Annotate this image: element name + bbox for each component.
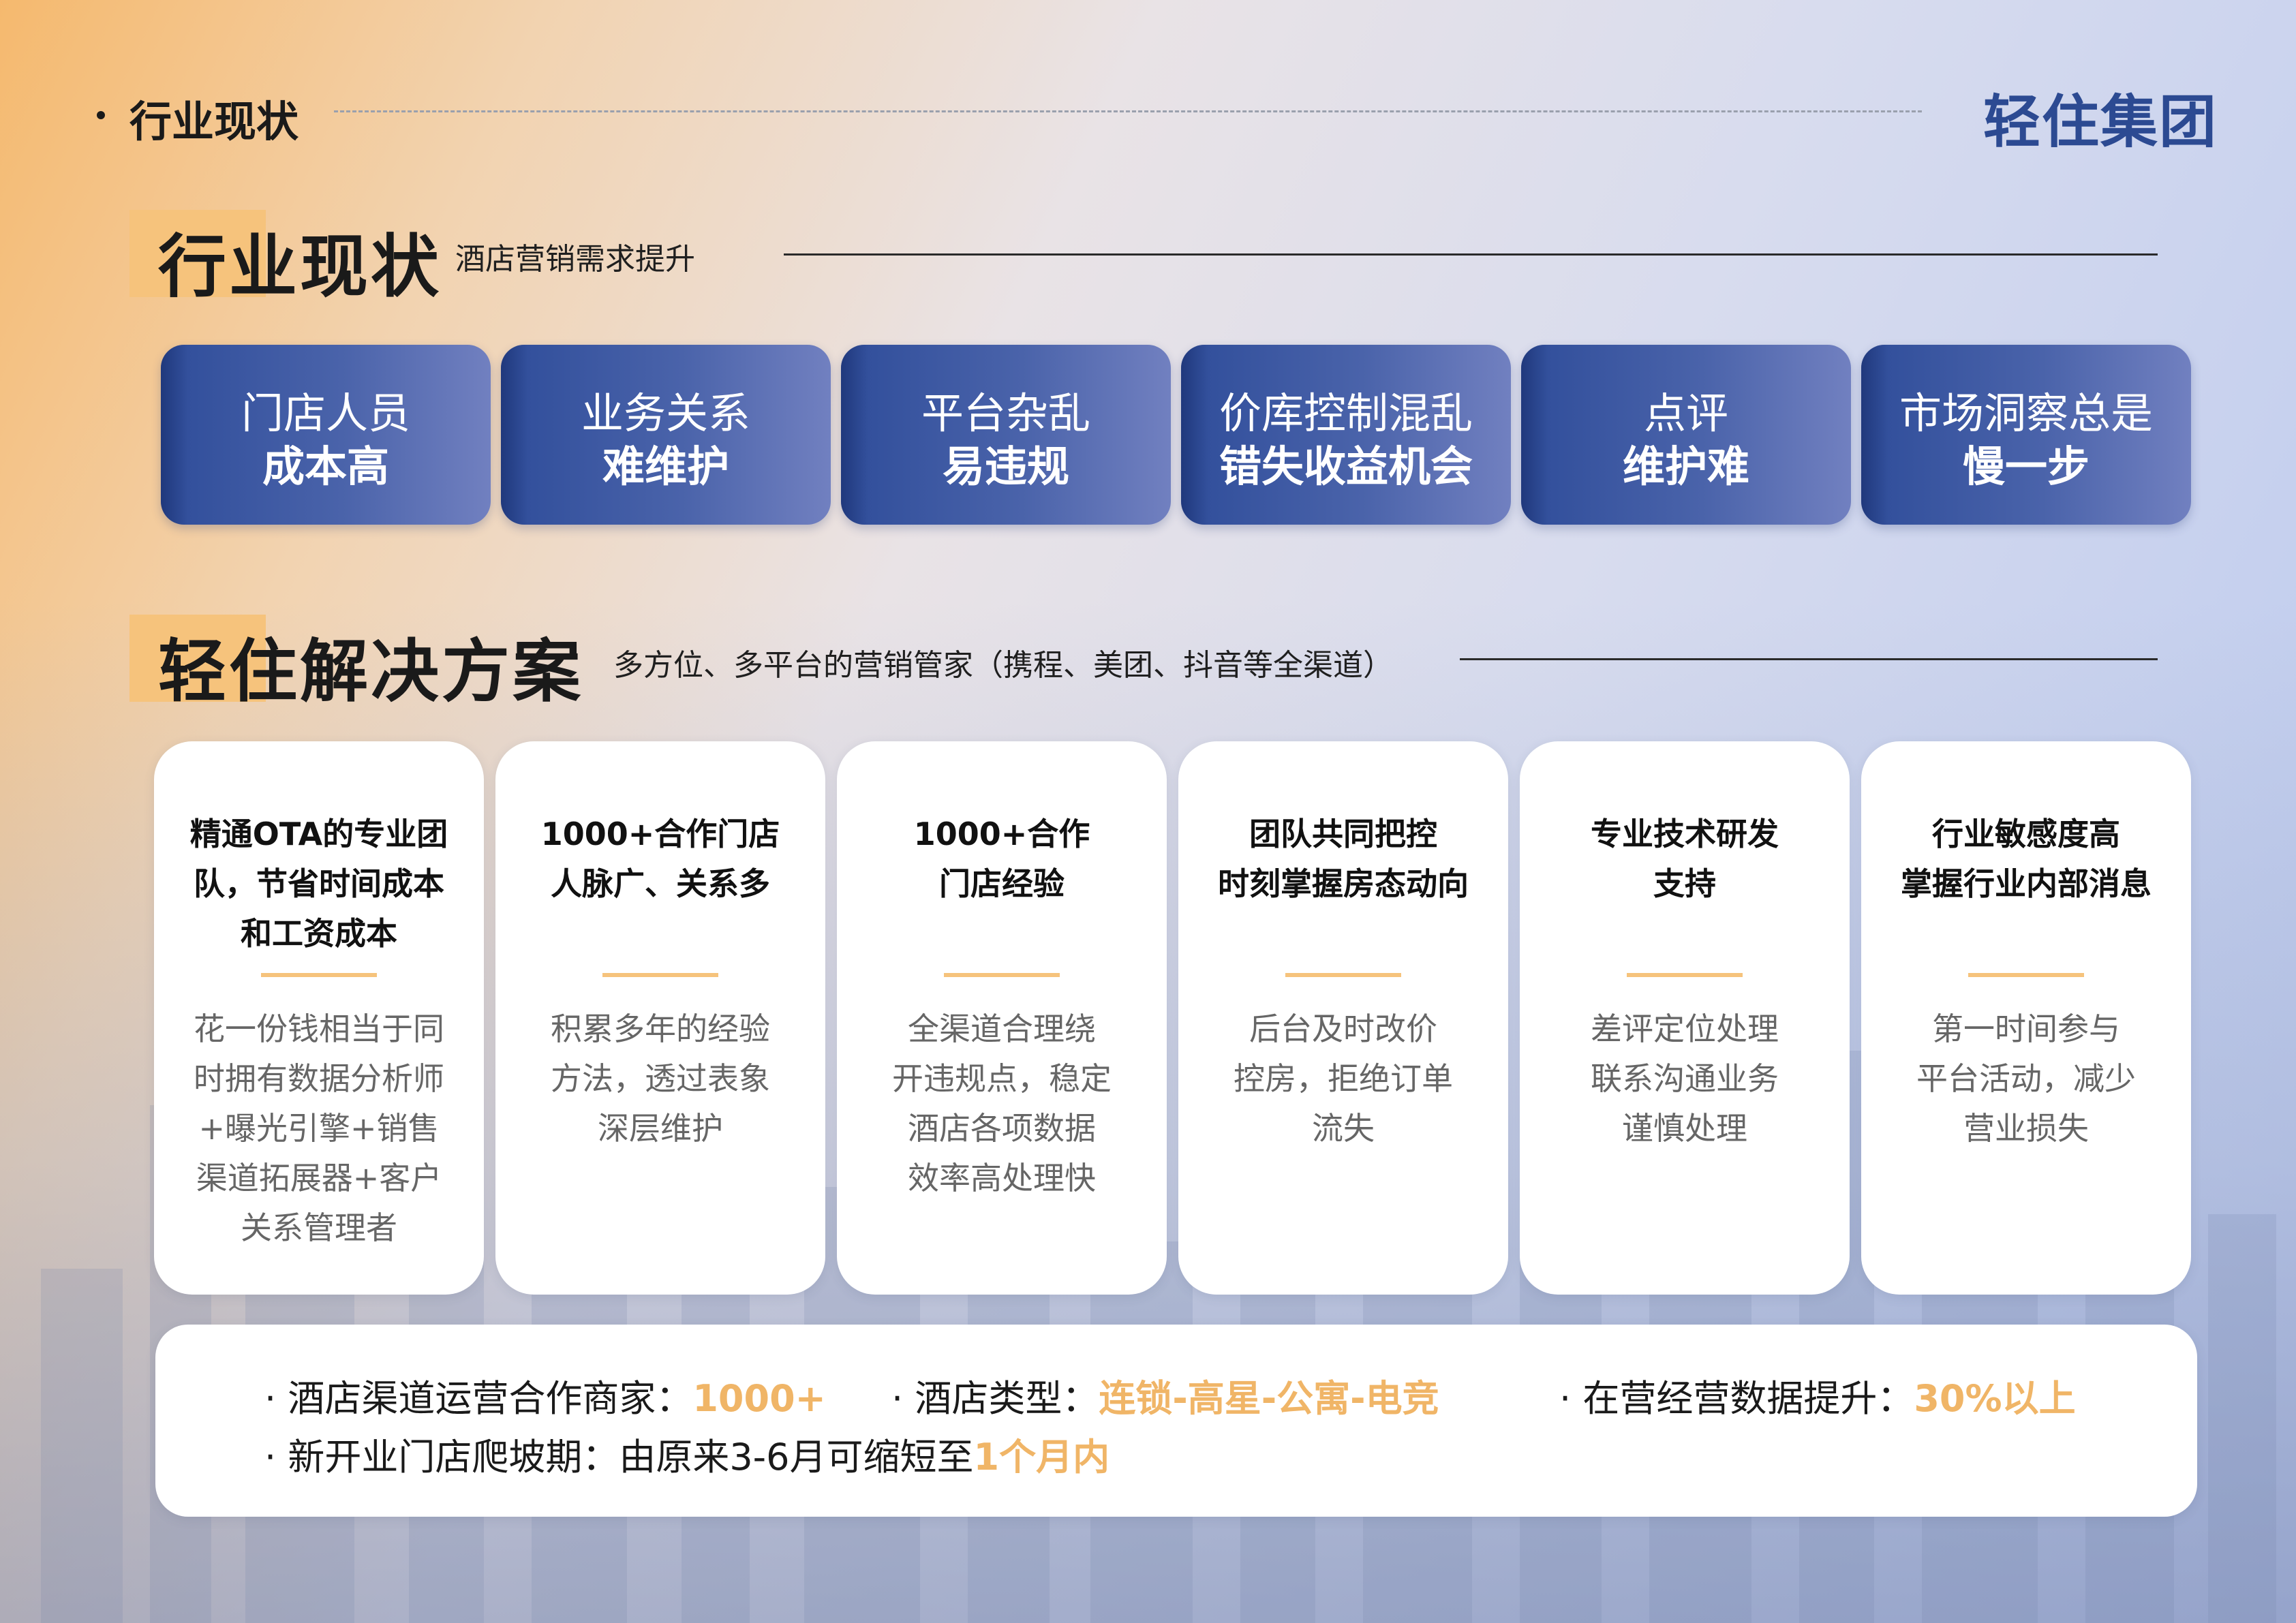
stat-hotel-types: · 酒店类型：连锁-高星-公寓-电竞: [891, 1377, 1439, 1420]
solution-card: 行业敏感度高 掌握行业内部消息 第一时间参与 平台活动，减少 营业损失: [1861, 741, 2191, 1295]
solution-divider: [602, 973, 718, 977]
solution-card: 团队共同把控 时刻掌握房态动向 后台及时改价 控房，拒绝订单 流失: [1178, 741, 1508, 1295]
problem-line2: 慢一步: [1962, 442, 2090, 491]
problem-line2: 成本高: [262, 442, 389, 491]
solution-divider: [261, 973, 377, 977]
stats-panel: · 酒店渠道运营合作商家：1000+ · 酒店类型：连锁-高星-公寓-电竞 · …: [155, 1325, 2197, 1517]
problem-card: 市场洞察总是 慢一步: [1861, 345, 2191, 525]
problem-card: 门店人员 成本高: [161, 345, 491, 525]
problem-card: 点评 维护难: [1521, 345, 1851, 525]
solution-body: 后台及时改价 控房，拒绝订单 流失: [1234, 1010, 1453, 1147]
problem-line1: 平台杂乱: [921, 388, 1090, 438]
stat-partners: · 酒店渠道运营合作商家：1000+: [264, 1377, 826, 1420]
problem-line1: 点评: [1643, 388, 1728, 438]
section2-title: 轻住解决方案: [158, 632, 583, 711]
section1-title: 行业现状: [158, 227, 442, 307]
header-bullet: [97, 111, 105, 119]
section1-divider: [784, 253, 2158, 256]
solution-divider: [944, 973, 1060, 977]
solution-heading: 专业技术研发 支持: [1591, 816, 1779, 902]
problem-line1: 市场洞察总是: [1899, 388, 2153, 438]
solution-card: 1000+合作门店 人脉广、关系多 积累多年的经验 方法，透过表象 深层维护: [495, 741, 825, 1295]
solution-body: 全渠道合理绕 开违规点，稳定 酒店各项数据 效率高处理快: [892, 1010, 1112, 1196]
solution-divider: [1627, 973, 1743, 977]
problem-card: 业务关系 难维护: [501, 345, 831, 525]
section2-divider: [1460, 658, 2158, 660]
solution-card: 精通OTA的专业团 队，节省时间成本 和工资成本 花一份钱相当于同 时拥有数据分析师 +…: [154, 741, 484, 1295]
stat-performance: · 在营经营数据提升：30%以上: [1559, 1377, 2076, 1420]
solution-card: 1000+合作 门店经验 全渠道合理绕 开违规点，稳定 酒店各项数据 效率高处理快: [837, 741, 1167, 1295]
solution-heading: 精通OTA的专业团 队，节省时间成本 和工资成本: [189, 816, 448, 952]
problem-line1: 业务关系: [581, 388, 750, 438]
brand-logo: 轻住集团: [1983, 89, 2218, 155]
problem-line2: 错失收益机会: [1219, 442, 1473, 491]
solution-body: 积累多年的经验 方法，透过表象 深层维护: [551, 1010, 770, 1147]
solution-heading: 1000+合作门店 人脉广、关系多: [540, 816, 780, 902]
solution-divider: [1285, 973, 1401, 977]
solution-heading: 1000+合作 门店经验: [913, 816, 1090, 902]
problem-line2: 难维护: [602, 442, 729, 491]
stat-ramp-up: · 新开业门店爬坡期：由原来3-6月可缩短至1个月内: [264, 1436, 1110, 1479]
header-divider: [334, 110, 1922, 112]
problem-line1: 门店人员: [241, 388, 410, 438]
solution-card: 专业技术研发 支持 差评定位处理 联系沟通业务 谨慎处理: [1520, 741, 1850, 1295]
solution-body: 第一时间参与 平台活动，减少 营业损失: [1916, 1010, 2136, 1147]
section2-subtitle: 多方位、多平台的营销管家（携程、美团、抖音等全渠道）: [613, 648, 1393, 683]
problem-card: 平台杂乱 易违规: [841, 345, 1171, 525]
solution-body: 花一份钱相当于同 时拥有数据分析师 +曝光引擎+销售 渠道拓展器+客户 关系管理者: [194, 1010, 444, 1246]
problem-line2: 易违规: [942, 442, 1069, 491]
solution-heading: 团队共同把控 时刻掌握房态动向: [1218, 816, 1469, 902]
problem-line1: 价库控制混乱: [1219, 388, 1473, 438]
section1-subtitle: 酒店营销需求提升: [455, 242, 695, 277]
problem-line2: 维护难: [1622, 442, 1749, 491]
solution-body: 差评定位处理 联系沟通业务 谨慎处理: [1591, 1010, 1779, 1147]
solution-divider: [1968, 973, 2084, 977]
solution-heading: 行业敏感度高 掌握行业内部消息: [1901, 816, 2152, 902]
header-title: 行业现状: [129, 97, 299, 146]
problem-card: 价库控制混乱 错失收益机会: [1181, 345, 1511, 525]
